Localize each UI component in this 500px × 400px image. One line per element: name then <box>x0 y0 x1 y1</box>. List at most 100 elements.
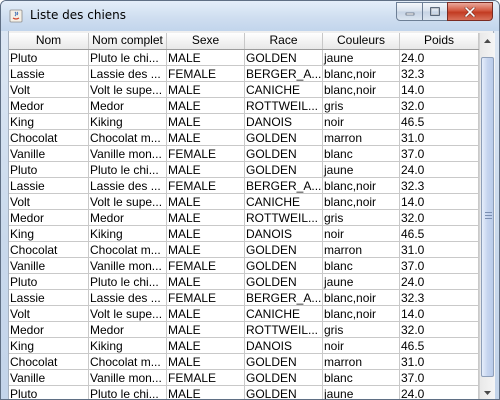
close-button[interactable] <box>447 2 493 21</box>
table-cell[interactable]: MALE <box>167 114 245 130</box>
table-cell[interactable]: 37.0 <box>400 370 479 386</box>
table-cell[interactable]: Volt <box>9 306 89 322</box>
table-cell[interactable]: FEMALE <box>167 66 245 82</box>
table-cell[interactable]: Pluto <box>9 386 89 399</box>
title-bar[interactable]: Liste des chiens <box>1 1 499 31</box>
table-cell[interactable]: blanc,noir <box>323 194 400 210</box>
vertical-scrollbar[interactable] <box>479 33 495 399</box>
table-cell[interactable]: 32.0 <box>400 98 479 114</box>
table-cell[interactable]: Medor <box>89 210 167 226</box>
table-row[interactable]: Pluto Pluto le chi... MALE GOLDEN jaune 24.0 <box>9 386 479 399</box>
table-cell[interactable]: Medor <box>9 98 89 114</box>
table-cell[interactable]: 24.0 <box>400 386 479 399</box>
table-cell[interactable]: Kiking <box>89 114 167 130</box>
table-cell[interactable]: jaune <box>323 50 400 66</box>
scroll-up-button[interactable] <box>480 33 495 49</box>
table-cell[interactable]: Lassie <box>9 178 89 194</box>
column-header[interactable]: Nom <box>9 33 89 49</box>
table-cell[interactable]: DANOIS <box>245 226 323 242</box>
table-cell[interactable]: Lassie des ... <box>89 66 167 82</box>
table-cell[interactable]: Medor <box>9 210 89 226</box>
table-cell[interactable]: Pluto le chi... <box>89 386 167 399</box>
table-cell[interactable]: Chocolat m... <box>89 242 167 258</box>
table-cell[interactable]: 24.0 <box>400 274 479 290</box>
table-cell[interactable]: blanc <box>323 258 400 274</box>
table-cell[interactable]: GOLDEN <box>245 162 323 178</box>
table-cell[interactable]: 31.0 <box>400 130 479 146</box>
table-cell[interactable]: gris <box>323 98 400 114</box>
table-cell[interactable]: MALE <box>167 226 245 242</box>
table-cell[interactable]: Vanille <box>9 370 89 386</box>
table-cell[interactable]: Vanille mon... <box>89 370 167 386</box>
table-cell[interactable]: Volt le supe... <box>89 82 167 98</box>
table-row[interactable]: Chocolat Chocolat m... MALE GOLDEN marron 31.… <box>9 242 479 258</box>
table-cell[interactable]: Volt <box>9 194 89 210</box>
table-cell[interactable]: Vanille <box>9 146 89 162</box>
table-cell[interactable]: Medor <box>89 322 167 338</box>
table-cell[interactable]: gris <box>323 210 400 226</box>
table-cell[interactable]: Pluto <box>9 50 89 66</box>
table-cell[interactable]: blanc,noir <box>323 82 400 98</box>
table-cell[interactable]: Chocolat <box>9 242 89 258</box>
table-cell[interactable]: GOLDEN <box>245 242 323 258</box>
table-row[interactable]: Pluto Pluto le chi... MALE GOLDEN jaune 24.0 <box>9 274 479 290</box>
table-cell[interactable]: 32.0 <box>400 322 479 338</box>
maximize-button[interactable] <box>422 2 448 21</box>
table-cell[interactable]: MALE <box>167 306 245 322</box>
table-row[interactable]: Chocolat Chocolat m... MALE GOLDEN marron 31.… <box>9 354 479 370</box>
table-cell[interactable]: blanc,noir <box>323 306 400 322</box>
column-header[interactable]: Sexe <box>167 33 245 49</box>
table-cell[interactable]: marron <box>323 242 400 258</box>
table-cell[interactable]: 24.0 <box>400 162 479 178</box>
table-cell[interactable]: MALE <box>167 242 245 258</box>
table-cell[interactable]: FEMALE <box>167 258 245 274</box>
table-row[interactable]: King Kiking MALE DANOIS noir 46.5 <box>9 114 479 130</box>
table-cell[interactable]: ROTTWEIL... <box>245 322 323 338</box>
table-cell[interactable]: MALE <box>167 322 245 338</box>
column-header[interactable]: Couleurs <box>323 33 400 49</box>
table-cell[interactable]: Pluto <box>9 162 89 178</box>
table-cell[interactable]: gris <box>323 322 400 338</box>
table-cell[interactable]: Volt le supe... <box>89 306 167 322</box>
table-cell[interactable]: FEMALE <box>167 146 245 162</box>
table-row[interactable]: Pluto Pluto le chi... MALE GOLDEN jaune 24.0 <box>9 162 479 178</box>
table-cell[interactable]: blanc <box>323 370 400 386</box>
table-cell[interactable]: marron <box>323 354 400 370</box>
table-cell[interactable]: Pluto le chi... <box>89 162 167 178</box>
table-cell[interactable]: BERGER_A... <box>245 178 323 194</box>
table-cell[interactable]: Kiking <box>89 226 167 242</box>
table-cell[interactable]: DANOIS <box>245 114 323 130</box>
table-cell[interactable]: GOLDEN <box>245 50 323 66</box>
table-cell[interactable]: Kiking <box>89 338 167 354</box>
table-row[interactable]: Volt Volt le supe... MALE CANICHE blanc,noir… <box>9 82 479 98</box>
table-row[interactable]: Chocolat Chocolat m... MALE GOLDEN marron 31.… <box>9 130 479 146</box>
table-cell[interactable]: DANOIS <box>245 338 323 354</box>
table-cell[interactable]: 14.0 <box>400 194 479 210</box>
table-cell[interactable]: MALE <box>167 162 245 178</box>
table-cell[interactable]: 24.0 <box>400 50 479 66</box>
table-cell[interactable]: 32.0 <box>400 210 479 226</box>
table-cell[interactable]: noir <box>323 226 400 242</box>
table-cell[interactable]: 32.3 <box>400 290 479 306</box>
table-cell[interactable]: MALE <box>167 50 245 66</box>
table-cell[interactable]: Lassie <box>9 66 89 82</box>
table-cell[interactable]: Chocolat <box>9 130 89 146</box>
table-cell[interactable]: Pluto <box>9 274 89 290</box>
table-cell[interactable]: Lassie des ... <box>89 290 167 306</box>
table-cell[interactable]: 46.5 <box>400 226 479 242</box>
table-cell[interactable]: Lassie <box>9 290 89 306</box>
table-row[interactable]: Medor Medor MALE ROTTWEIL... gris 32.0 <box>9 322 479 338</box>
table-cell[interactable]: GOLDEN <box>245 354 323 370</box>
table-cell[interactable]: 14.0 <box>400 306 479 322</box>
table-cell[interactable]: BERGER_A... <box>245 66 323 82</box>
table-cell[interactable]: Chocolat <box>9 354 89 370</box>
table-row[interactable]: Lassie Lassie des ... FEMALE BERGER_A... bla… <box>9 290 479 306</box>
table-cell[interactable]: King <box>9 338 89 354</box>
table-cell[interactable]: CANICHE <box>245 306 323 322</box>
table-cell[interactable]: King <box>9 226 89 242</box>
table-cell[interactable]: CANICHE <box>245 82 323 98</box>
table-row[interactable]: King Kiking MALE DANOIS noir 46.5 <box>9 226 479 242</box>
table-cell[interactable]: jaune <box>323 386 400 399</box>
table-cell[interactable]: Vanille mon... <box>89 146 167 162</box>
scroll-down-button[interactable] <box>480 385 495 399</box>
